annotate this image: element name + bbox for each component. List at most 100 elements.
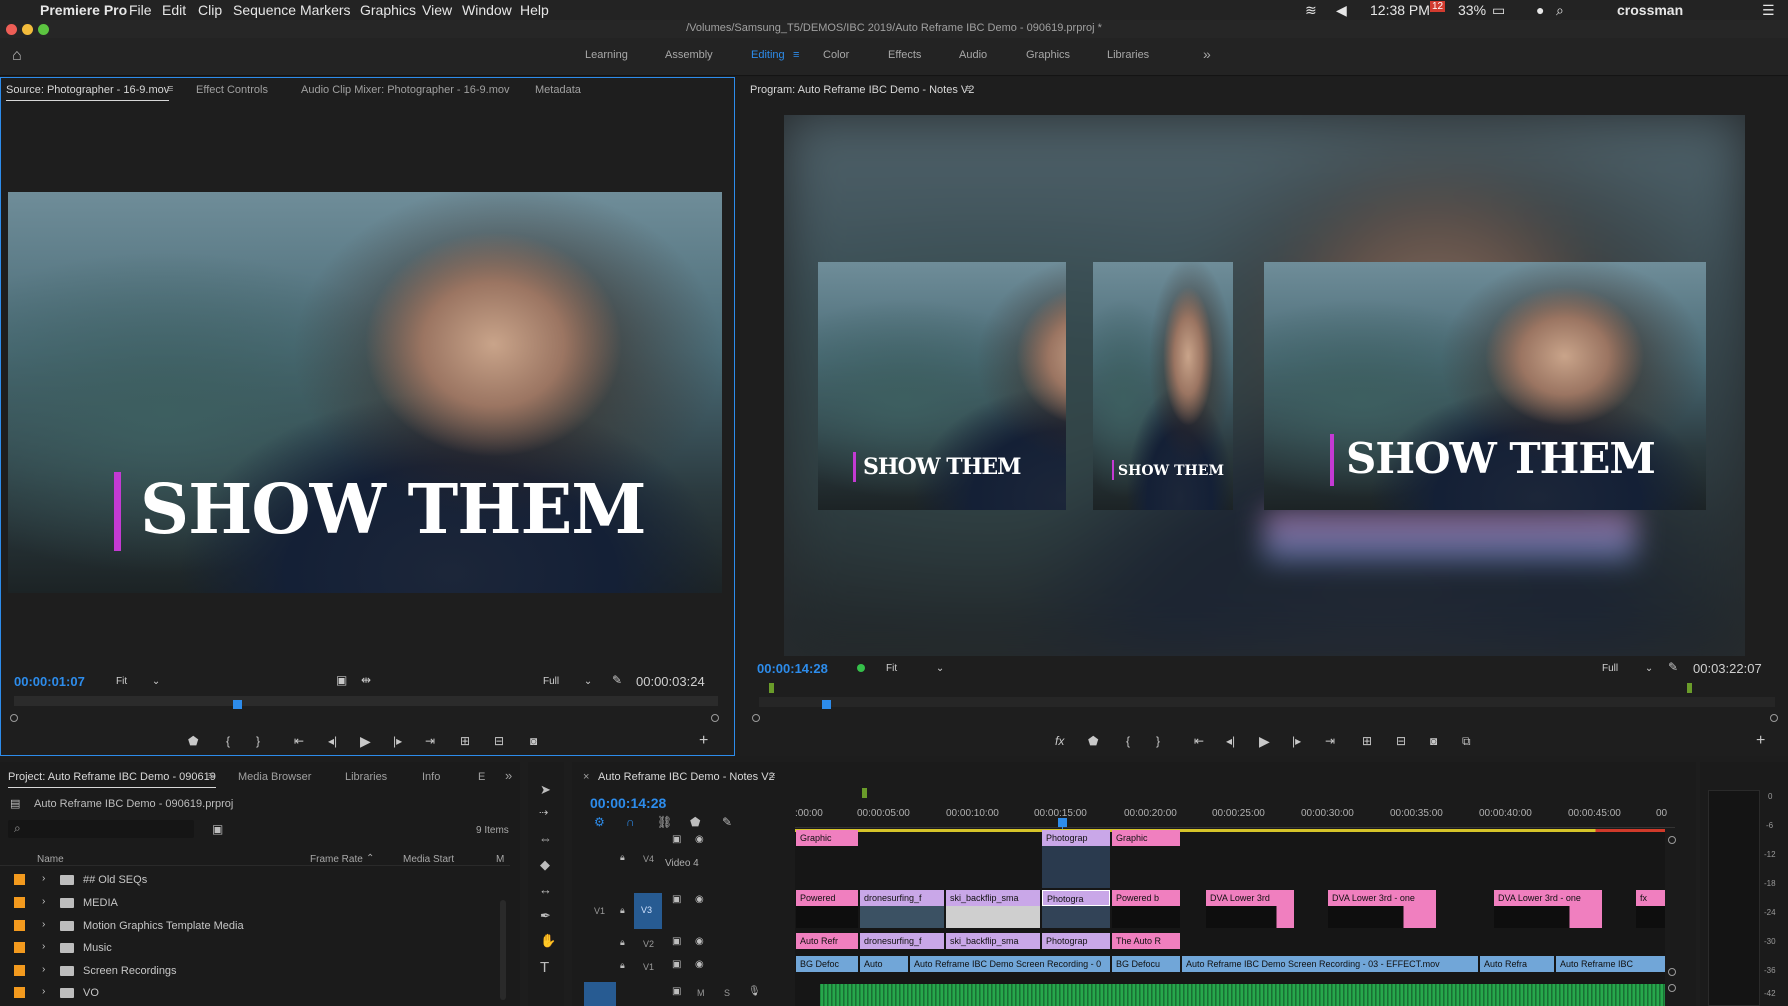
user-name[interactable]: crossman: [1617, 2, 1683, 18]
mark-in-icon[interactable]: {: [1126, 734, 1130, 748]
nest-toggle-icon[interactable]: ⚙: [594, 815, 605, 829]
wrench-icon[interactable]: ✎: [612, 673, 622, 687]
toggle-sync-lock-icon[interactable]: ▣: [672, 894, 681, 905]
workspace-learning[interactable]: Learning: [585, 49, 628, 61]
calendar-badge[interactable]: 12: [1430, 1, 1446, 12]
add-button-icon[interactable]: +: [1756, 732, 1765, 750]
expand-arrow-icon[interactable]: ›: [42, 873, 45, 884]
add-marker-icon[interactable]: ⬟: [188, 734, 198, 748]
timeline-clip[interactable]: DVA Lower 3rd - one: [1494, 890, 1602, 906]
label-color-swatch[interactable]: [14, 920, 25, 931]
source-video-frame[interactable]: SHOW THEM: [8, 192, 722, 593]
menu-clip[interactable]: Clip: [198, 2, 222, 18]
timeline-clip[interactable]: Auto: [860, 956, 908, 972]
program-title[interactable]: Program: Auto Reframe IBC Demo - Notes V…: [750, 84, 974, 96]
track-v2-label[interactable]: V2: [643, 939, 654, 949]
label-color-swatch[interactable]: [14, 874, 25, 885]
tab-effects-truncated[interactable]: E: [478, 771, 485, 783]
menu-sequence[interactable]: Sequence: [233, 2, 296, 18]
insert-overwrite-icon[interactable]: ⇹: [361, 673, 371, 687]
lock-icon[interactable]: 🔒︎: [620, 960, 625, 971]
source-patch-v1[interactable]: V1: [594, 906, 605, 916]
label-color-swatch[interactable]: [14, 897, 25, 908]
source-tab-menu-icon[interactable]: ≡: [167, 83, 173, 95]
app-menu[interactable]: Premiere Pro: [40, 2, 127, 18]
source-timecode[interactable]: 00:00:01:07: [14, 674, 85, 689]
program-zoom-handle-right[interactable]: [1770, 714, 1778, 722]
extract-icon[interactable]: ⊟: [1396, 734, 1406, 748]
track-v4-label[interactable]: V4: [643, 854, 654, 864]
settings-icon[interactable]: ▣: [336, 673, 347, 687]
label-color-swatch[interactable]: [14, 942, 25, 953]
timeline-clip[interactable]: Auto Refra: [1480, 956, 1554, 972]
program-out-marker[interactable]: [1687, 683, 1692, 693]
workspace-overflow-icon[interactable]: »: [1203, 46, 1211, 62]
mute-button[interactable]: M: [697, 988, 705, 998]
mark-out-icon[interactable]: }: [256, 734, 260, 748]
workspace-menu-icon[interactable]: ≡: [793, 49, 799, 61]
eye-icon[interactable]: ◉: [695, 959, 704, 970]
selection-tool-icon[interactable]: ➤: [540, 782, 551, 798]
timeline-clip[interactable]: Photograp: [1042, 933, 1110, 949]
audio-waveform-clip[interactable]: [820, 984, 1665, 1006]
source-zoom-handle-left[interactable]: [10, 714, 18, 722]
step-back-icon[interactable]: ◂|: [328, 734, 337, 748]
export-frame-icon[interactable]: ◙: [530, 734, 537, 748]
workspace-libraries[interactable]: Libraries: [1107, 49, 1149, 61]
list-item[interactable]: › Motion Graphics Template Media: [0, 916, 500, 936]
timeline-clip[interactable]: Powered b: [1112, 890, 1180, 906]
project-tab-menu-icon[interactable]: ≡: [208, 770, 214, 782]
project-search-input[interactable]: ⌕: [8, 820, 194, 838]
clock[interactable]: 12:38 PM: [1370, 2, 1430, 18]
toggle-sync-lock-icon[interactable]: ▣: [672, 986, 681, 997]
ripple-edit-tool-icon[interactable]: ⇔: [539, 831, 552, 846]
sort-ascending-icon[interactable]: ⌃: [366, 853, 374, 864]
program-zoom-dropdown[interactable]: Fit ⌄: [886, 663, 944, 674]
tab-info[interactable]: Info: [422, 771, 440, 783]
column-name[interactable]: Name: [37, 854, 64, 865]
timeline-marker[interactable]: [862, 788, 867, 798]
timeline-clip[interactable]: Powered: [796, 890, 858, 906]
add-marker-icon[interactable]: ⬟: [690, 815, 700, 829]
battery-percent[interactable]: 33%: [1458, 2, 1486, 18]
menu-markers[interactable]: Markers: [300, 2, 351, 18]
column-media-start[interactable]: Media Start: [403, 854, 454, 865]
toggle-sync-lock-icon[interactable]: ▣: [672, 834, 681, 845]
column-frame-rate[interactable]: Frame Rate: [310, 854, 363, 865]
list-item[interactable]: › VO: [0, 983, 500, 1003]
timeline-clip[interactable]: ski_backflip_sma: [946, 890, 1040, 906]
workspace-editing[interactable]: Editing: [751, 49, 785, 61]
program-playhead[interactable]: [822, 700, 831, 709]
source-scrub-bar[interactable]: [14, 696, 718, 706]
timeline-vscroll-handle[interactable]: [1668, 836, 1676, 844]
timeline-clip[interactable]: Graphic: [1112, 830, 1180, 846]
sequence-tab[interactable]: Auto Reframe IBC Demo - Notes V2: [598, 771, 775, 783]
timeline-vscroll-handle[interactable]: [1668, 968, 1676, 976]
timeline-clip[interactable]: BG Defocu: [1112, 956, 1180, 972]
go-to-in-icon[interactable]: ⇤: [1194, 734, 1204, 748]
timeline-clip[interactable]: dronesurfing_f: [860, 933, 944, 949]
expand-arrow-icon[interactable]: ›: [42, 964, 45, 975]
siri-icon[interactable]: ●: [1536, 2, 1544, 18]
eye-icon[interactable]: ◉: [695, 834, 704, 845]
list-item[interactable]: › Screen Recordings: [0, 961, 500, 981]
close-sequence-icon[interactable]: ×: [583, 771, 589, 783]
expand-arrow-icon[interactable]: ›: [42, 941, 45, 952]
lock-icon[interactable]: 🔒︎: [620, 905, 625, 916]
insert-icon[interactable]: ⊞: [460, 734, 470, 748]
list-item[interactable]: › MEDIA: [0, 893, 500, 913]
timeline-clip[interactable]: BG Defoc: [796, 956, 858, 972]
lock-icon[interactable]: 🔒︎: [620, 852, 625, 863]
tab-source[interactable]: Source: Photographer - 16-9.mov: [6, 84, 170, 101]
program-video-frame[interactable]: SHOW THEM SHOW THEM SHOW THEM: [784, 115, 1745, 656]
mark-out-icon[interactable]: }: [1156, 734, 1160, 748]
go-to-in-icon[interactable]: ⇤: [294, 734, 304, 748]
panel-overflow-icon[interactable]: »: [505, 768, 512, 783]
export-frame-icon[interactable]: ◙: [1430, 734, 1437, 748]
menu-edit[interactable]: Edit: [162, 2, 186, 18]
list-item[interactable]: › Music: [0, 938, 500, 958]
add-button-icon[interactable]: +: [699, 732, 708, 750]
mark-in-icon[interactable]: {: [226, 734, 230, 748]
menu-help[interactable]: Help: [520, 2, 549, 18]
razor-tool-icon[interactable]: ◆: [540, 857, 550, 873]
